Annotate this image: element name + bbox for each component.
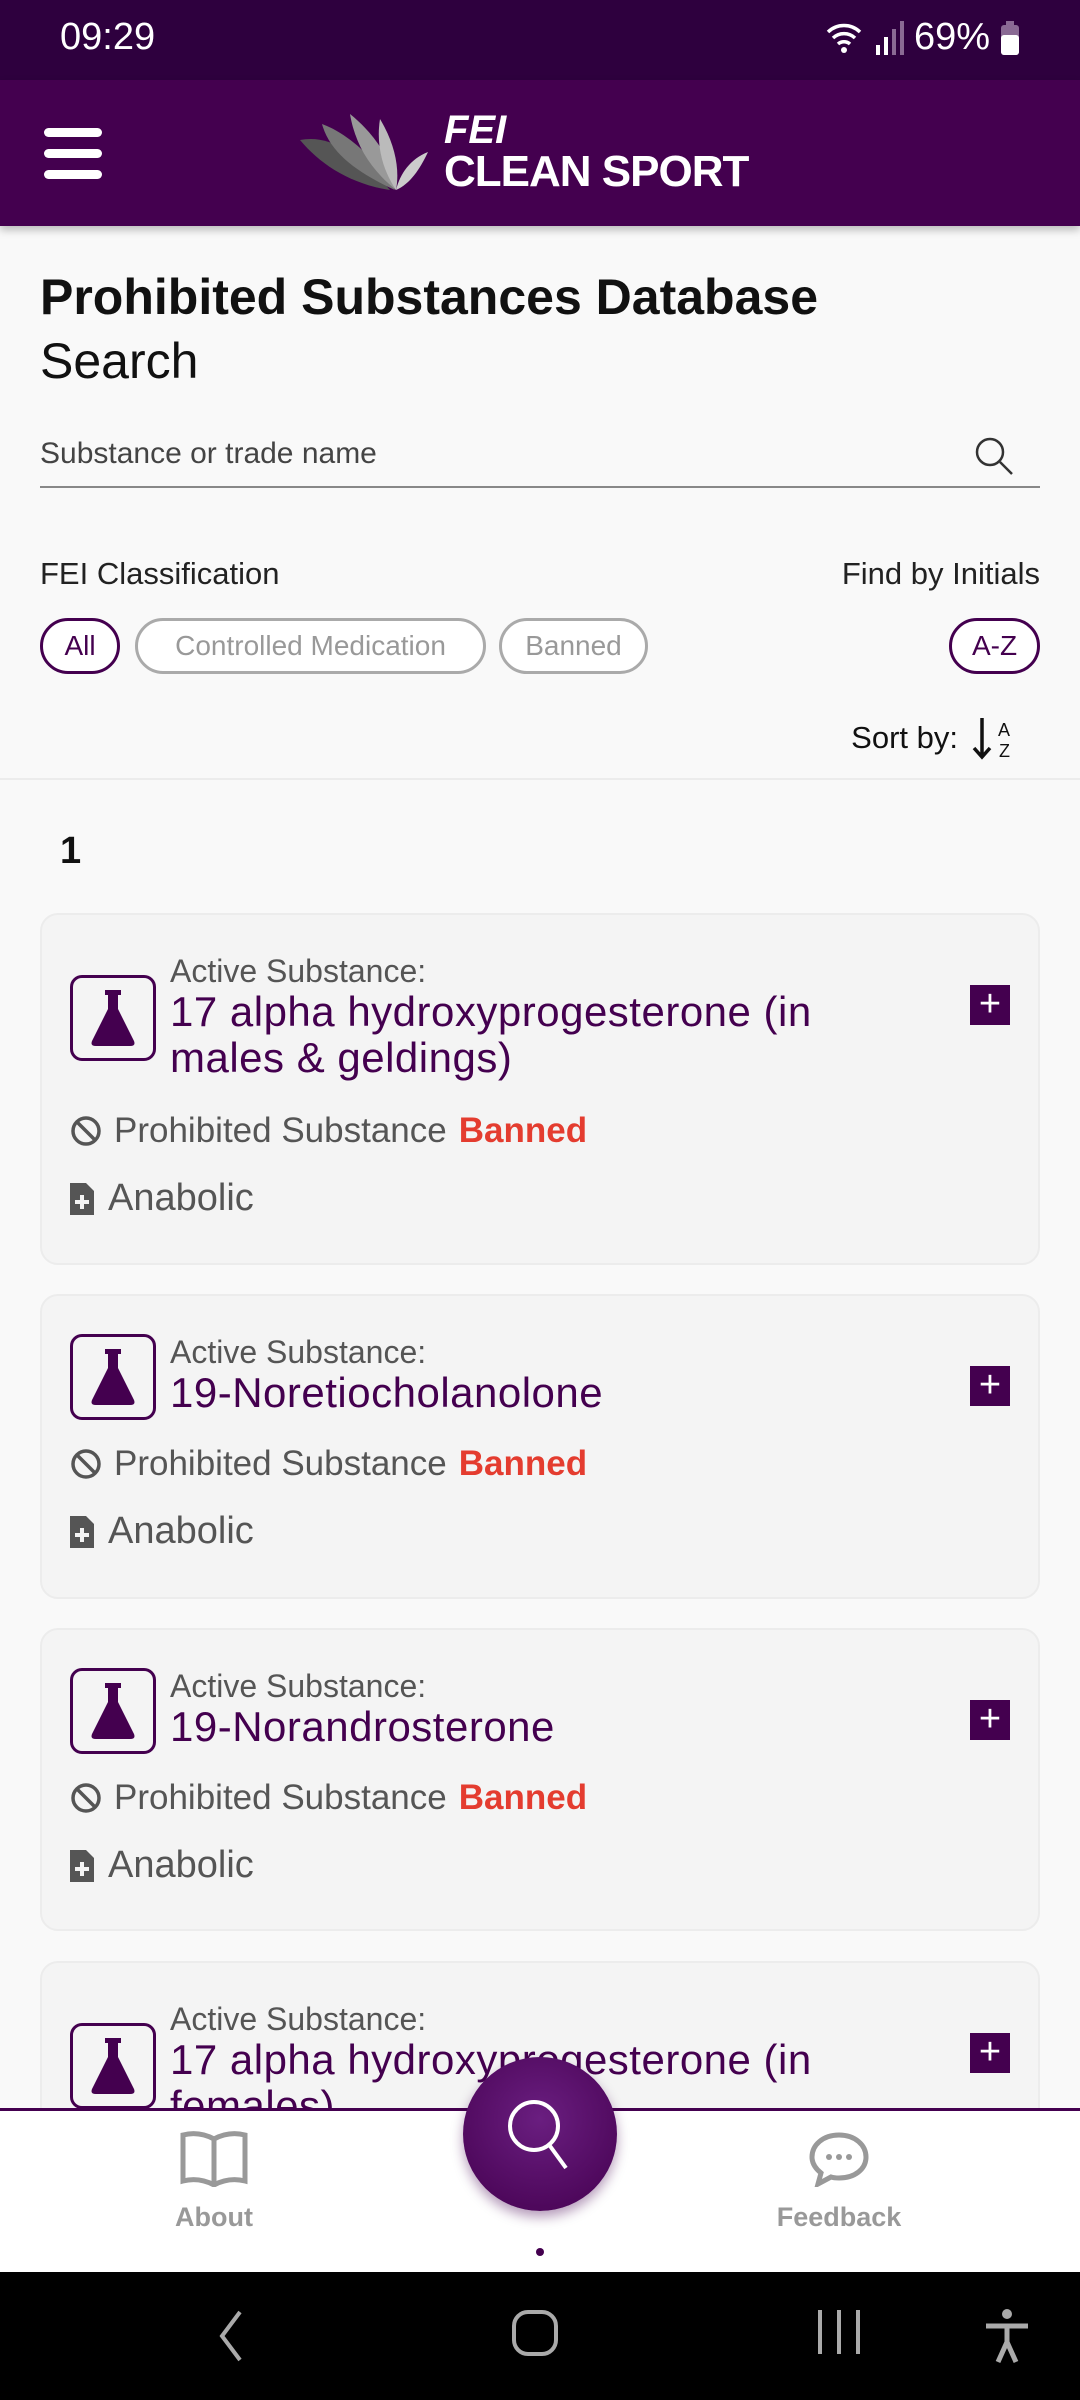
substance-list: 1 Active Substance: 17 alpha hydroxyprog… bbox=[0, 782, 1080, 2108]
clock: 09:29 bbox=[60, 16, 156, 58]
substance-name: 19-Norandrosterone bbox=[170, 1703, 555, 1750]
flask-icon bbox=[70, 1668, 156, 1754]
status-badge: Banned bbox=[458, 1778, 588, 1817]
sort-label: Sort by: bbox=[851, 720, 958, 755]
home-icon[interactable] bbox=[510, 2308, 560, 2358]
svg-text:A: A bbox=[998, 720, 1010, 740]
chip-controlled-medication[interactable]: Controlled Medication bbox=[135, 618, 486, 674]
chip-banned[interactable]: Banned bbox=[499, 618, 648, 674]
expand-button[interactable]: + bbox=[970, 2033, 1010, 2073]
sort-alpha-down-icon[interactable]: AZ bbox=[972, 716, 1020, 760]
flask-icon bbox=[70, 2023, 156, 2108]
svg-text:Z: Z bbox=[999, 741, 1010, 760]
expand-button[interactable]: + bbox=[970, 1366, 1010, 1406]
flask-icon bbox=[70, 975, 156, 1061]
medical-file-icon bbox=[70, 1849, 94, 1882]
search-icon[interactable] bbox=[974, 436, 1014, 476]
back-icon[interactable] bbox=[216, 2308, 246, 2364]
a-z-button[interactable]: A-Z bbox=[949, 618, 1040, 674]
status-bar: 09:29 69% bbox=[0, 0, 1080, 80]
expand-button[interactable]: + bbox=[970, 985, 1010, 1025]
page-subtitle: Search bbox=[40, 333, 199, 389]
substance-card[interactable]: Active Substance: 19-Noretiocholanolone … bbox=[40, 1294, 1040, 1599]
active-indicator bbox=[536, 2248, 544, 2256]
fei-clean-sport-logo: FEI CLEAN SPORT bbox=[300, 110, 749, 194]
search-icon bbox=[508, 2100, 568, 2170]
prohibited-icon bbox=[71, 1116, 101, 1146]
accessibility-icon[interactable] bbox=[984, 2308, 1030, 2364]
substance-card[interactable]: Active Substance: 19-Norandrosterone + P… bbox=[40, 1628, 1040, 1931]
chip-all[interactable]: All bbox=[40, 618, 120, 674]
medical-file-icon bbox=[70, 1515, 94, 1548]
expand-button[interactable]: + bbox=[970, 1700, 1010, 1740]
substance-card[interactable]: Active Substance: 17 alpha hydroxyproges… bbox=[40, 913, 1040, 1265]
wifi-icon bbox=[826, 23, 862, 53]
recents-icon[interactable] bbox=[816, 2308, 862, 2356]
leaf-logo-icon bbox=[300, 114, 428, 190]
substance-name: 19-Noretiocholanolone bbox=[170, 1369, 604, 1416]
search-fab-button[interactable] bbox=[463, 2057, 617, 2211]
search-field bbox=[40, 426, 1040, 488]
signal-icon bbox=[875, 20, 904, 55]
nav-about[interactable]: About bbox=[114, 2131, 314, 2233]
prohibited-icon bbox=[71, 1783, 101, 1813]
search-panel: Prohibited Substances Database Search FE… bbox=[0, 226, 1080, 780]
flask-icon bbox=[70, 1334, 156, 1420]
substance-name: 17 alpha hydroxyprogesterone (in males &… bbox=[170, 988, 812, 1081]
classification-label: FEI Classification bbox=[40, 556, 280, 591]
sort-control[interactable]: Sort by: AZ bbox=[851, 716, 1020, 760]
system-nav-bar bbox=[0, 2272, 1080, 2400]
search-input[interactable] bbox=[40, 426, 940, 482]
chat-bubble-icon bbox=[809, 2132, 869, 2189]
nav-feedback[interactable]: Feedback bbox=[739, 2131, 939, 2233]
page-title: Prohibited Substances Database bbox=[40, 269, 819, 325]
status-badge: Banned bbox=[458, 1444, 588, 1483]
prohibited-icon bbox=[71, 1449, 101, 1479]
medical-file-icon bbox=[70, 1182, 94, 1215]
status-badge: Banned bbox=[458, 1111, 588, 1150]
battery-icon bbox=[1001, 20, 1019, 55]
battery-percent: 69% bbox=[913, 16, 990, 58]
book-icon bbox=[180, 2131, 248, 2188]
app-header: FEI CLEAN SPORT bbox=[0, 80, 1080, 226]
menu-button[interactable] bbox=[44, 128, 102, 179]
section-letter: 1 bbox=[60, 830, 82, 872]
initials-label: Find by Initials bbox=[841, 556, 1040, 591]
